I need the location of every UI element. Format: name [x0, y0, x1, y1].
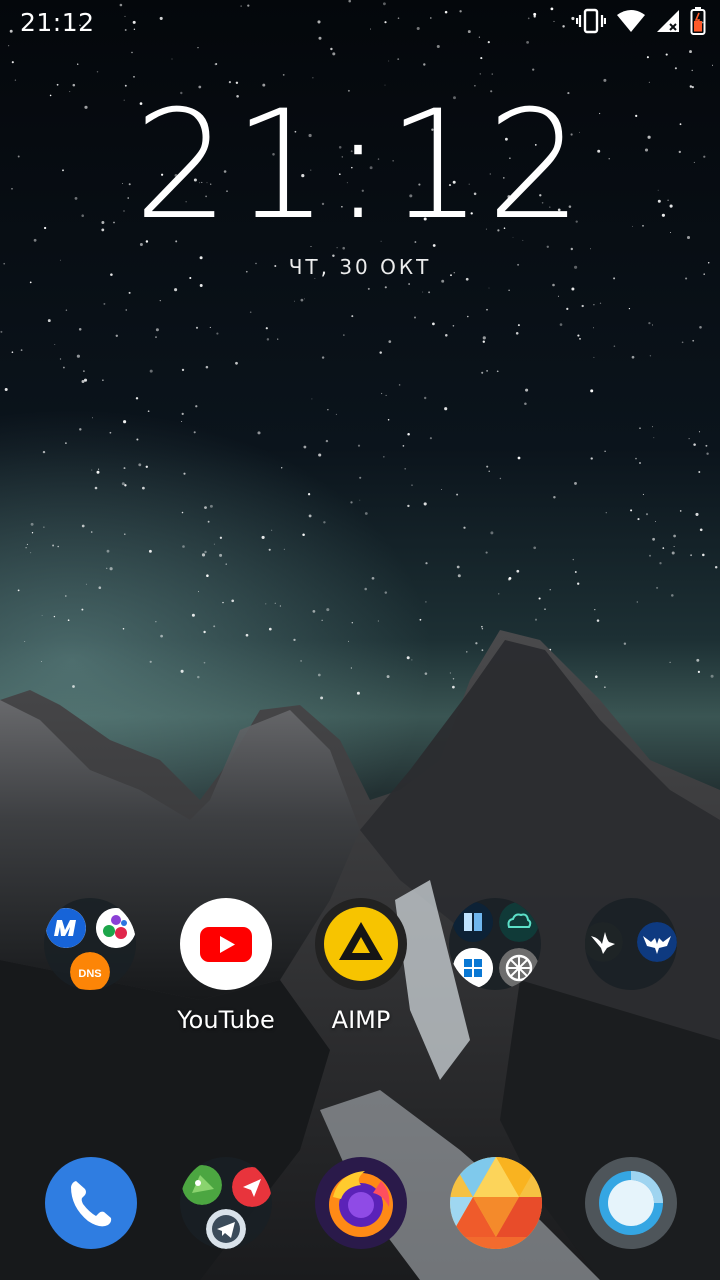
youtube-icon[interactable] [180, 898, 272, 990]
phone-icon[interactable] [45, 1157, 137, 1249]
folder-icon[interactable] [180, 1157, 272, 1249]
green-chat-icon [182, 1165, 222, 1205]
vibrate-icon [575, 8, 607, 38]
clock-widget-date[interactable]: ЧТ, 30 ОКТ [0, 255, 720, 279]
firefox-icon[interactable] [315, 1157, 407, 1249]
aimp-icon[interactable] [315, 898, 407, 990]
cellular-no-data-icon [656, 9, 680, 37]
folder-3[interactable] [583, 898, 679, 990]
eagle-emblem-icon [637, 922, 677, 962]
cloud-face-icon [499, 902, 539, 942]
dock-gallery[interactable] [448, 1157, 544, 1249]
status-icons [575, 7, 706, 39]
status-time: 21:12 [20, 8, 95, 37]
book-reader-icon [453, 902, 493, 942]
dock-folder[interactable] [178, 1157, 274, 1249]
app-label-aimp: AIMP [331, 1006, 391, 1034]
ring-camera-icon[interactable] [585, 1157, 677, 1249]
dock-camera[interactable] [583, 1157, 679, 1249]
white-bird-icon [585, 922, 623, 962]
folder-1[interactable]: DNS [42, 898, 138, 990]
app-youtube[interactable]: YouTube [177, 898, 275, 1034]
app-aimp[interactable]: AIMP [313, 898, 409, 1034]
dock-firefox[interactable] [313, 1157, 409, 1249]
colorful-dots-icon [96, 908, 136, 948]
windows-icon [453, 948, 493, 988]
telegram-icon [206, 1209, 246, 1249]
dock-phone[interactable] [43, 1157, 139, 1249]
status-bar: 21:12 [0, 0, 720, 48]
folder-icon[interactable] [449, 898, 541, 990]
clock-widget-time[interactable]: 21:12 [0, 86, 720, 246]
folder-2[interactable] [447, 898, 543, 990]
mosenergo-icon [46, 908, 86, 948]
svg-text:DNS: DNS [78, 968, 101, 980]
battery-low-icon [690, 7, 706, 39]
folder-icon[interactable] [585, 898, 677, 990]
app-label-youtube: YouTube [177, 1006, 275, 1034]
red-arrow-icon [232, 1167, 272, 1207]
folder-icon[interactable]: DNS [44, 898, 136, 990]
wifi-icon [616, 9, 646, 37]
wheel-icon [499, 948, 539, 988]
polygon-gallery-icon[interactable] [450, 1157, 542, 1249]
dns-icon: DNS [70, 952, 110, 990]
